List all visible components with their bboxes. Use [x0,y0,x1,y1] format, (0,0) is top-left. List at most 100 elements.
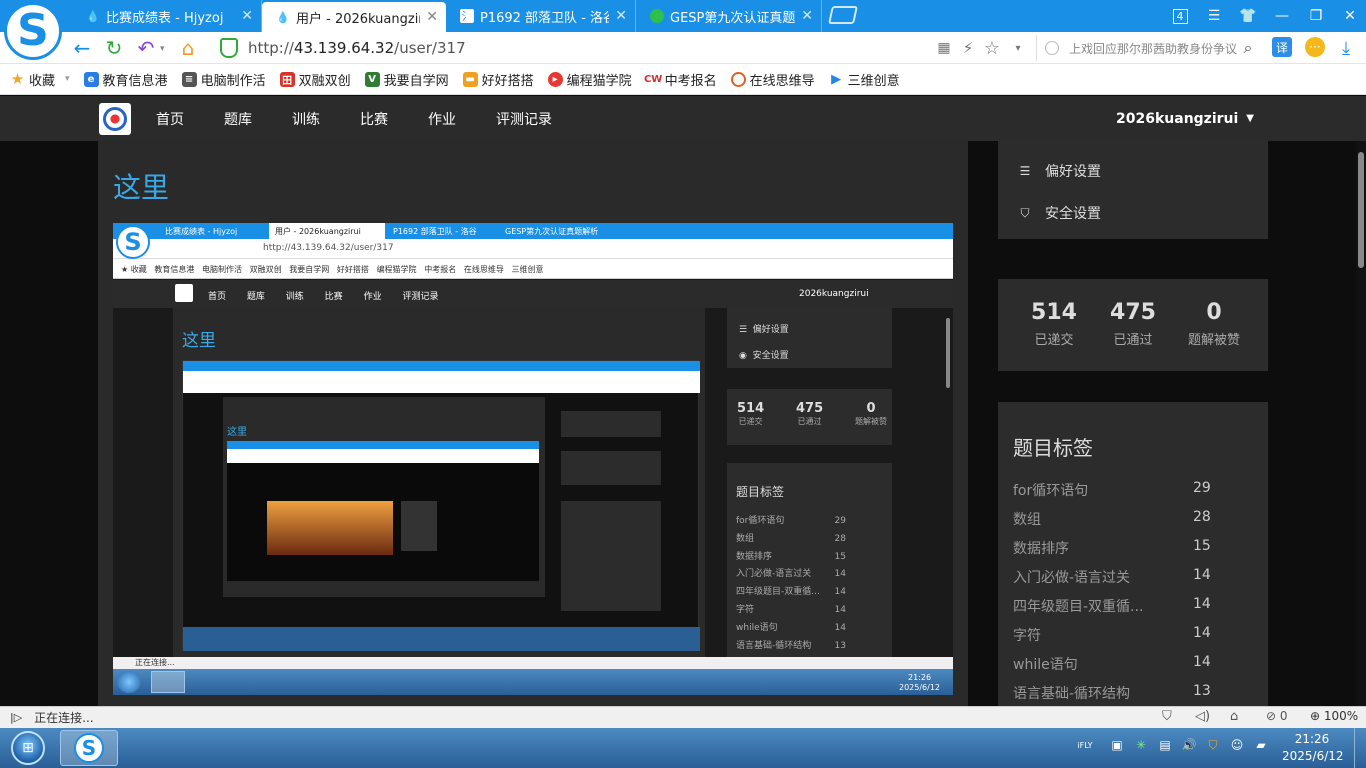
bookmark-3d[interactable]: ▶ 三维创意 [829,70,900,89]
qr-icon[interactable]: ▦ [932,36,956,60]
action-center-icon[interactable]: ▰ [1252,736,1270,754]
bookmark-edu[interactable]: e 教育信息港 [83,70,168,89]
grid-icon: 田 [279,71,295,87]
url-field[interactable]: http://43.139.64.32/user/317 [248,36,466,60]
tag-item[interactable]: while语句 14 [1013,654,1233,674]
nav-home[interactable]: 首页 [156,96,184,141]
mini-clock: 21:26 2025/6/12 [899,673,941,692]
lightning-icon[interactable]: ⚡ [956,36,980,60]
windows-logo-icon: ⊞ [11,731,45,765]
chevron-down-icon: ▾ [65,74,70,84]
bookmark-pc[interactable]: ≡ 电脑制作活 [181,70,266,89]
search-engine-icon [1045,41,1059,55]
mini-stats: 514 已递交 475 已通过 0 题解被赞 [737,401,887,426]
bookmark-zhongkao[interactable]: CW 中考报名 [644,70,717,89]
tab-1[interactable]: 💧 比赛成绩表 - Hjyzoj ✕ [72,0,262,32]
nav-problems[interactable]: 题库 [224,96,252,141]
tags-title: 题目标签 [1013,436,1093,460]
sidebar-toggle-icon[interactable]: |▷ [10,711,22,724]
bookmark-codemao[interactable]: ▸ 编程猫学院 [547,70,632,89]
bookmark-mind[interactable]: 在线思维导 [730,70,815,89]
tab-title: P1692 部落卫队 - 洛谷 [480,10,610,26]
taskbar-clock[interactable]: 21:26 2025/6/12 [1282,731,1344,765]
star-icon[interactable]: ☆ [980,36,1004,60]
user-menu[interactable]: 2026kuangzirui ▼ [1116,96,1254,141]
shield-icon[interactable]: ⛉ [1162,709,1172,724]
network-icon[interactable]: ▣ [1108,736,1126,754]
bookmark-favorites[interactable]: ★ 收藏 ▾ [10,70,70,89]
menu-preferences[interactable]: ☰ 偏好设置 [1017,160,1101,182]
undo-icon[interactable]: ↶ [134,36,158,60]
sound-icon[interactable]: ◁) [1195,709,1210,724]
app-tray-icon[interactable]: ✳ [1132,736,1150,754]
chevron-down-icon: ▼ [1246,113,1254,124]
v-icon: V [364,71,380,87]
close-icon[interactable]: ✕ [615,8,627,24]
refresh-icon[interactable]: ↻ [102,36,126,60]
cat-tray-icon[interactable]: ☺ [1228,736,1246,754]
tag-item[interactable]: 字符 14 [1013,625,1233,645]
start-button[interactable]: ⊞ [2,730,54,766]
security-app-icon[interactable]: ⛉ [1204,736,1222,754]
lock-icon[interactable]: ⌂ [1230,709,1238,724]
tab-4[interactable]: GESP第九次认证真题解析 ✕ [636,0,822,32]
minimize-icon[interactable]: — [1268,4,1296,28]
menu-icon[interactable]: ☰ [1200,4,1228,28]
tab-count-icon[interactable]: 4 [1166,4,1194,28]
mini-tags-title: 题目标签 [736,485,785,499]
browser-icon: S [74,733,104,763]
chevron-down-icon[interactable]: ▾ [1006,36,1030,60]
star-icon: ★ [10,70,25,88]
taskbar-browser-app[interactable]: S [60,730,118,766]
search-input[interactable]: 上戏回应那尔那茜助教身份争议 [1036,35,1266,61]
menu-security[interactable]: ⛉ 安全设置 [1017,202,1101,224]
play-icon: ▶ [831,71,842,87]
username: 2026kuangzirui [1116,110,1239,127]
bookmark-label: 教育信息港 [102,73,168,89]
ifly-icon[interactable]: iFLY [1076,736,1094,754]
tag-item[interactable]: 数组 28 [1013,509,1233,529]
close-window-icon[interactable]: ✕ [1336,4,1364,28]
volume-icon[interactable]: 🔊 [1180,736,1198,754]
mini-url: http://43.139.64.32/user/317 [263,243,394,253]
nav-contests[interactable]: 比赛 [360,96,388,141]
tag-item[interactable]: 语言基础-循环结构 13 [1013,683,1233,703]
tag-item[interactable]: 入门必做-语言过关 14 [1013,567,1233,587]
mini-browser-logo-icon: S [116,225,150,259]
nav-records[interactable]: 评测记录 [496,96,552,141]
close-icon[interactable]: ✕ [801,8,813,24]
tab-3[interactable]: 氵 P1692 部落卫队 - 洛谷 ✕ [446,0,636,32]
mind-icon [730,71,746,87]
bookmark-shuangrong[interactable]: 田双融双创 [279,70,351,89]
tag-item[interactable]: 四年级题目-双重循... 14 [1013,596,1233,616]
tag-item[interactable]: 数据排序 15 [1013,538,1233,558]
mini-heading: 这里 [182,331,216,351]
download-counter[interactable]: ⊘ 0 [1266,709,1288,723]
close-icon[interactable]: ✕ [426,9,438,25]
translate-icon[interactable]: 译 [1272,37,1292,57]
scrollbar-thumb[interactable] [1358,152,1364,268]
security-shield-icon[interactable] [220,38,238,58]
nav-homework[interactable]: 作业 [428,96,456,141]
site-logo[interactable] [99,103,131,135]
close-icon[interactable]: ✕ [241,8,253,24]
back-icon[interactable]: ← [70,36,94,60]
show-desktop-button[interactable] [1354,728,1366,768]
bookmark-zixue[interactable]: V 我要自学网 [364,70,449,89]
chevron-down-icon[interactable]: ▾ [160,44,165,54]
tab-title: 比赛成绩表 - Hjyzoj [106,10,224,26]
skin-icon[interactable]: 👕 [1234,4,1262,28]
nav-training[interactable]: 训练 [292,96,320,141]
display-icon[interactable]: ▤ [1156,736,1174,754]
tab-2-active[interactable]: 💧 用户 - 2026kuangzirui ✕ [262,2,446,32]
download-icon[interactable]: ⤓ [1334,36,1358,60]
maximize-icon[interactable]: ❐ [1302,4,1330,28]
bookmark-dada[interactable]: ▬ 好好搭搭 [462,70,534,89]
new-tab-button[interactable] [828,6,858,24]
tag-item[interactable]: for循环语句 29 [1013,480,1233,500]
home-icon[interactable]: ⌂ [176,36,200,60]
browser-logo-icon[interactable]: S [4,2,62,60]
search-icon[interactable]: ⌕ [1236,36,1260,60]
emoji-icon[interactable]: ··· [1305,37,1325,57]
zoom-level[interactable]: ⊕ 100% [1310,709,1358,723]
